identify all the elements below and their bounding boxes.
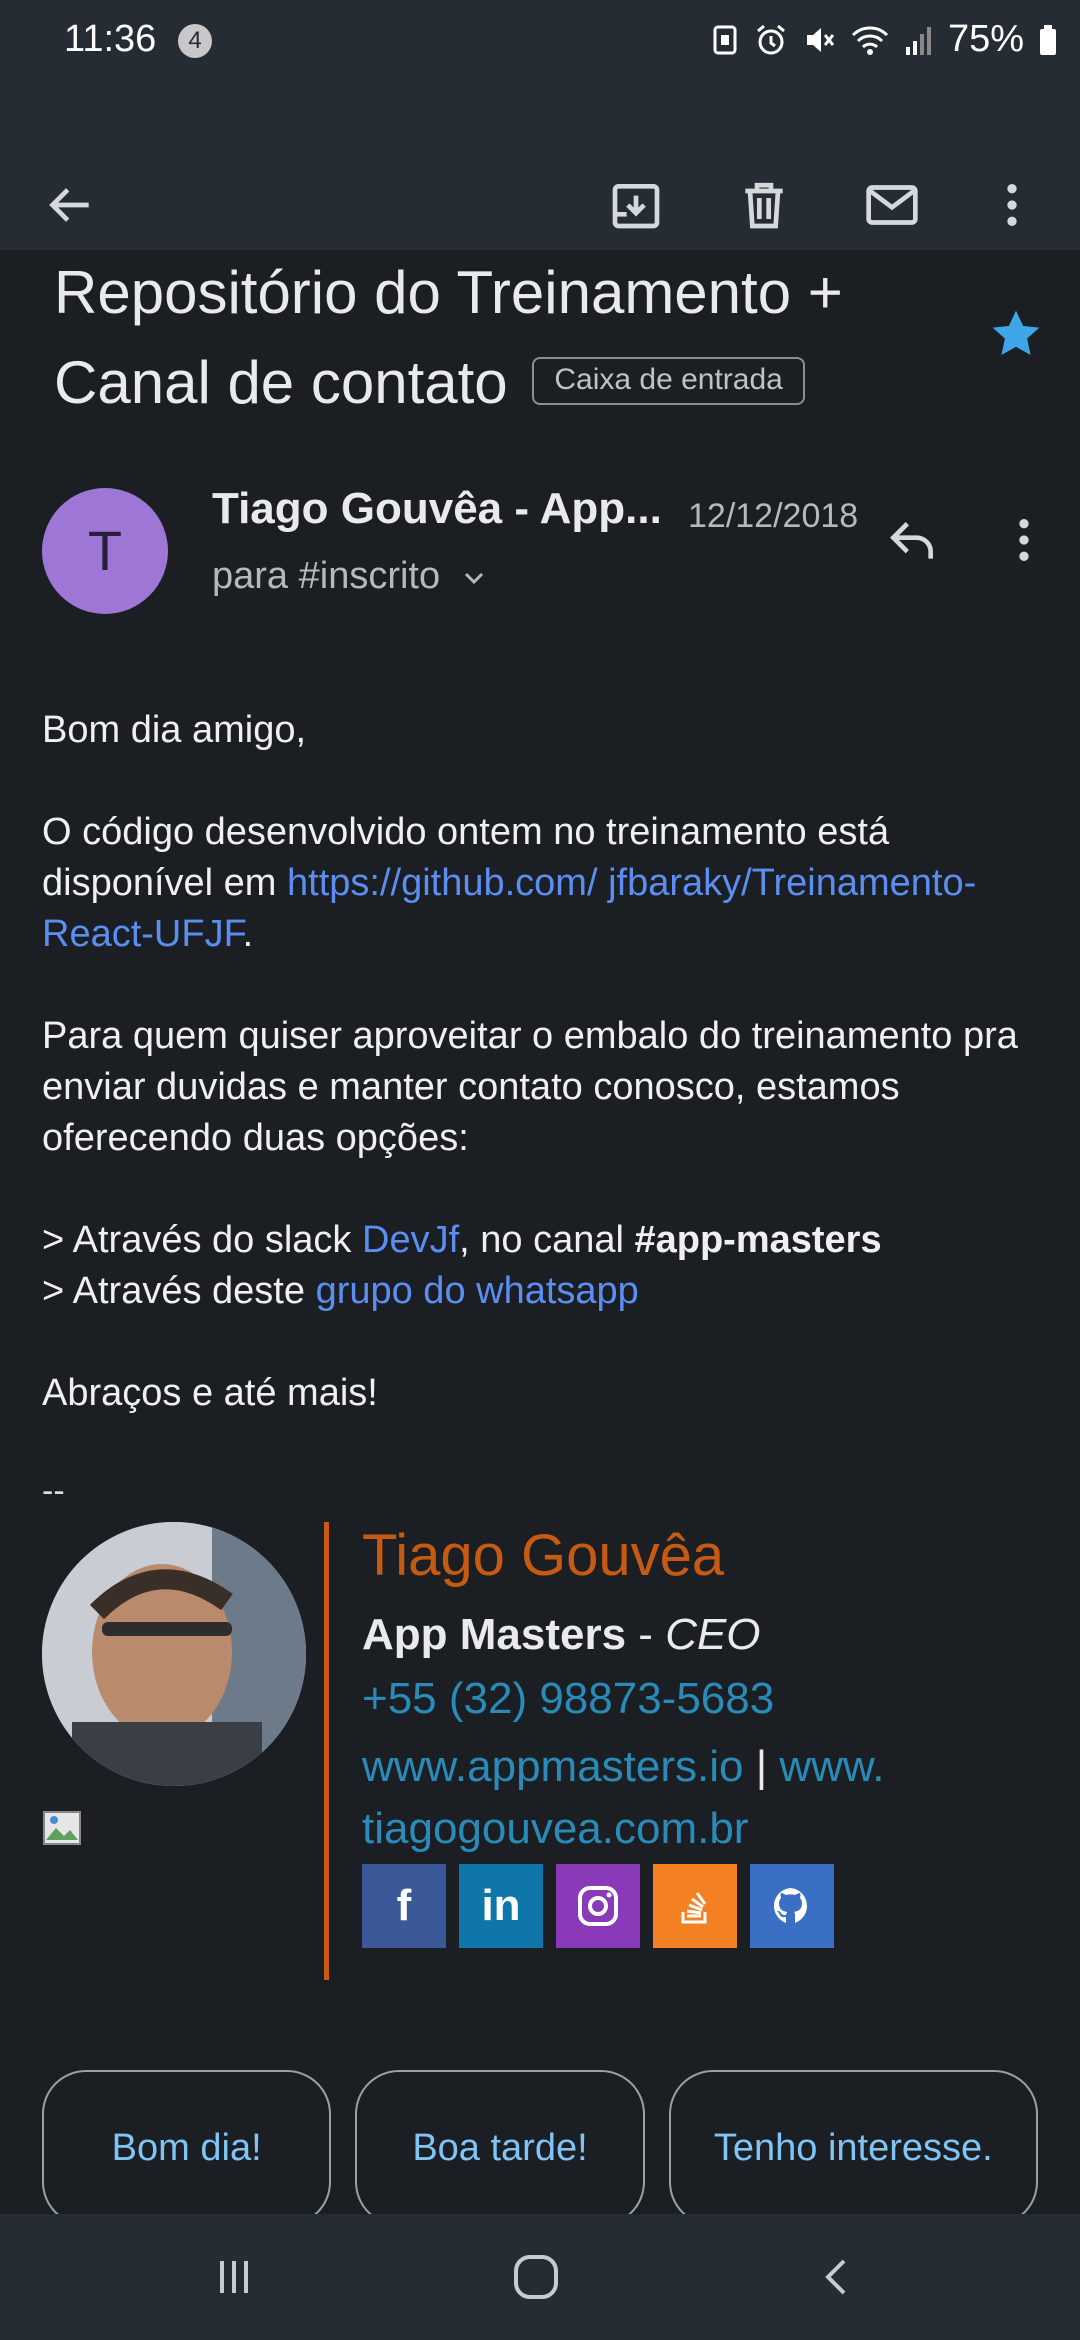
signature-accent-bar [324, 1522, 329, 1980]
site-appmasters-link[interactable]: www.appmasters.io [362, 1742, 743, 1791]
recents-button[interactable] [194, 2237, 274, 2317]
chevron-down-icon [464, 572, 483, 585]
sender-avatar[interactable]: T [42, 488, 168, 614]
signature-role: App Masters - CEO [362, 1610, 761, 1660]
signature-name: Tiago Gouvêa [362, 1523, 725, 1588]
back-button[interactable] [40, 175, 100, 235]
message-more-icon[interactable] [996, 512, 1052, 568]
more-options-button[interactable] [982, 175, 1042, 235]
home-icon [514, 2255, 558, 2299]
option-whatsapp: > Através deste grupo do whatsapp [42, 1270, 639, 1312]
github-icon[interactable] [750, 1864, 834, 1948]
linkedin-icon[interactable]: in [459, 1864, 543, 1948]
smart-reply-2[interactable]: Boa tarde! [355, 2070, 645, 2226]
status-time: 11:36 [64, 18, 157, 60]
signature-separator: -- [42, 1472, 65, 1510]
delete-button[interactable] [734, 175, 794, 235]
paragraph-code-end: . [242, 913, 254, 955]
smart-replies: Bom dia! Boa tarde! Tenho interesse. [42, 2070, 1038, 2226]
option-whatsapp-prefix: > Através deste [42, 1270, 316, 1312]
option-slack-mid: , no canal [459, 1219, 635, 1261]
site-separator: | [743, 1742, 780, 1791]
trash-icon [745, 182, 783, 229]
system-nav-bar [0, 2214, 1080, 2340]
channel-name: #app-masters [634, 1219, 882, 1261]
smart-reply-1[interactable]: Bom dia! [42, 2070, 332, 2226]
stackoverflow-icon[interactable] [653, 1864, 737, 1948]
back-arrow-icon [49, 188, 89, 222]
social-links: f in [362, 1864, 834, 1948]
back-nav-button[interactable] [798, 2237, 878, 2317]
signature-websites: www.appmasters.io | www. tiagogouvea.com… [362, 1736, 982, 1860]
battery-percent: 75% [947, 18, 1024, 60]
reply-icon[interactable] [884, 512, 940, 568]
email-subject: Repositório do Treinamento + Canal de co… [54, 248, 954, 428]
back-chevron-icon [825, 2259, 846, 2295]
home-button[interactable] [496, 2237, 576, 2317]
status-bar: 11:36 4 75% [0, 0, 1080, 80]
closing: Abraços e até mais! [42, 1372, 378, 1414]
sender-name[interactable]: Tiago Gouvêa - App... [212, 484, 662, 534]
signature-photo [42, 1522, 306, 1786]
email-toolbar [0, 80, 1080, 250]
option-slack-prefix: > Através do slack [42, 1219, 362, 1261]
email-body: Bom dia amigo, O código desenvolvido ont… [42, 705, 1042, 1470]
wifi-icon [851, 25, 888, 55]
whatsapp-group-link[interactable]: grupo do whatsapp [316, 1270, 639, 1312]
mark-unread-button[interactable] [862, 175, 922, 235]
recents-icon [220, 2261, 248, 2293]
profile-photo-icon [42, 1522, 306, 1786]
smart-reply-3[interactable]: Tenho interesse. [668, 2070, 1038, 2226]
paragraph-options: Para quem quiser aproveitar o embalo do … [42, 1015, 1018, 1159]
greeting: Bom dia amigo, [42, 709, 307, 751]
mute-icon [806, 27, 835, 52]
option-slack: > Através do slack DevJf, no canal #app-… [42, 1219, 882, 1261]
recipient-text: para #inscrito [212, 555, 441, 597]
mail-icon [866, 185, 918, 225]
status-icons: 75% [710, 18, 1058, 61]
signal-icon [905, 26, 931, 55]
signature-role-separator: - [626, 1610, 666, 1659]
label-chip[interactable]: Caixa de entrada [532, 357, 805, 406]
notification-count-badge: 4 [178, 24, 212, 58]
alarm-icon [756, 24, 785, 54]
signature-phone[interactable]: +55 (32) 98873-5683 [362, 1674, 774, 1724]
instagram-icon[interactable] [556, 1864, 640, 1948]
broken-image-icon [43, 1811, 81, 1845]
recycle-icon [713, 25, 737, 54]
email-date: 12/12/2018 [688, 497, 859, 535]
facebook-icon[interactable]: f [362, 1864, 446, 1948]
signature-company: App Masters [362, 1610, 627, 1659]
star-icon[interactable] [988, 306, 1044, 362]
more-vert-icon [1007, 184, 1017, 226]
archive-button[interactable] [606, 175, 666, 235]
paragraph-code: O código desenvolvido ontem no treinamen… [42, 807, 1042, 960]
battery-icon [1040, 24, 1056, 55]
options-list: > Através do slack DevJf, no canal #app-… [42, 1215, 1042, 1317]
recipient-toggle[interactable]: para #inscrito [212, 555, 489, 598]
devjf-link[interactable]: DevJf [362, 1219, 459, 1261]
signature-title: CEO [665, 1610, 761, 1659]
archive-icon [612, 184, 660, 229]
